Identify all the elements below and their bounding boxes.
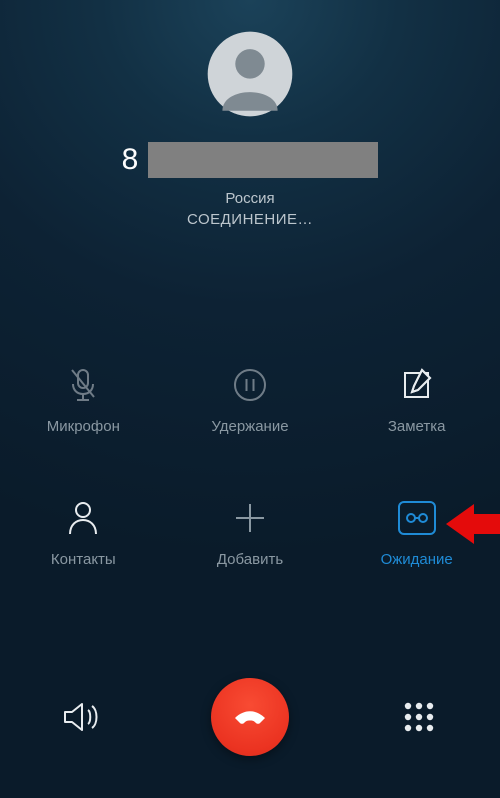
dialpad-button[interactable]: [388, 700, 450, 734]
call-actions-grid: Микрофон Удержание Заметка: [0, 366, 500, 568]
person-icon: [64, 499, 102, 537]
add-label: Добавить: [217, 551, 283, 568]
plus-icon: [231, 499, 269, 537]
pause-icon: [231, 366, 269, 404]
avatar-icon: [204, 28, 296, 120]
add-button[interactable]: Добавить: [167, 499, 334, 568]
speaker-icon: [61, 700, 101, 734]
hold-label: Удержание: [211, 418, 288, 435]
wait-button[interactable]: Ожидание: [333, 499, 500, 568]
mute-label: Микрофон: [47, 418, 120, 435]
mic-off-icon: [64, 366, 102, 404]
note-button[interactable]: Заметка: [333, 366, 500, 435]
hangup-icon: [229, 696, 271, 738]
bottom-bar: [0, 678, 500, 756]
mute-button[interactable]: Микрофон: [0, 366, 167, 435]
contacts-label: Контакты: [51, 551, 116, 568]
region-label: Россия: [0, 190, 500, 207]
dialpad-icon: [402, 700, 436, 734]
call-header: 8 Россия СОЕДИНЕНИЕ…: [0, 0, 500, 228]
note-icon: [398, 366, 436, 404]
phone-number: 8: [0, 142, 500, 178]
status-label: СОЕДИНЕНИЕ…: [0, 211, 500, 228]
avatar: [0, 28, 500, 120]
contacts-button[interactable]: Контакты: [0, 499, 167, 568]
record-icon: [398, 499, 436, 537]
hold-button[interactable]: Удержание: [167, 366, 334, 435]
hangup-button[interactable]: [211, 678, 289, 756]
phone-redacted: [148, 142, 378, 178]
speaker-button[interactable]: [50, 700, 112, 734]
note-label: Заметка: [388, 418, 446, 435]
wait-label: Ожидание: [381, 551, 453, 568]
phone-prefix: 8: [122, 143, 139, 177]
